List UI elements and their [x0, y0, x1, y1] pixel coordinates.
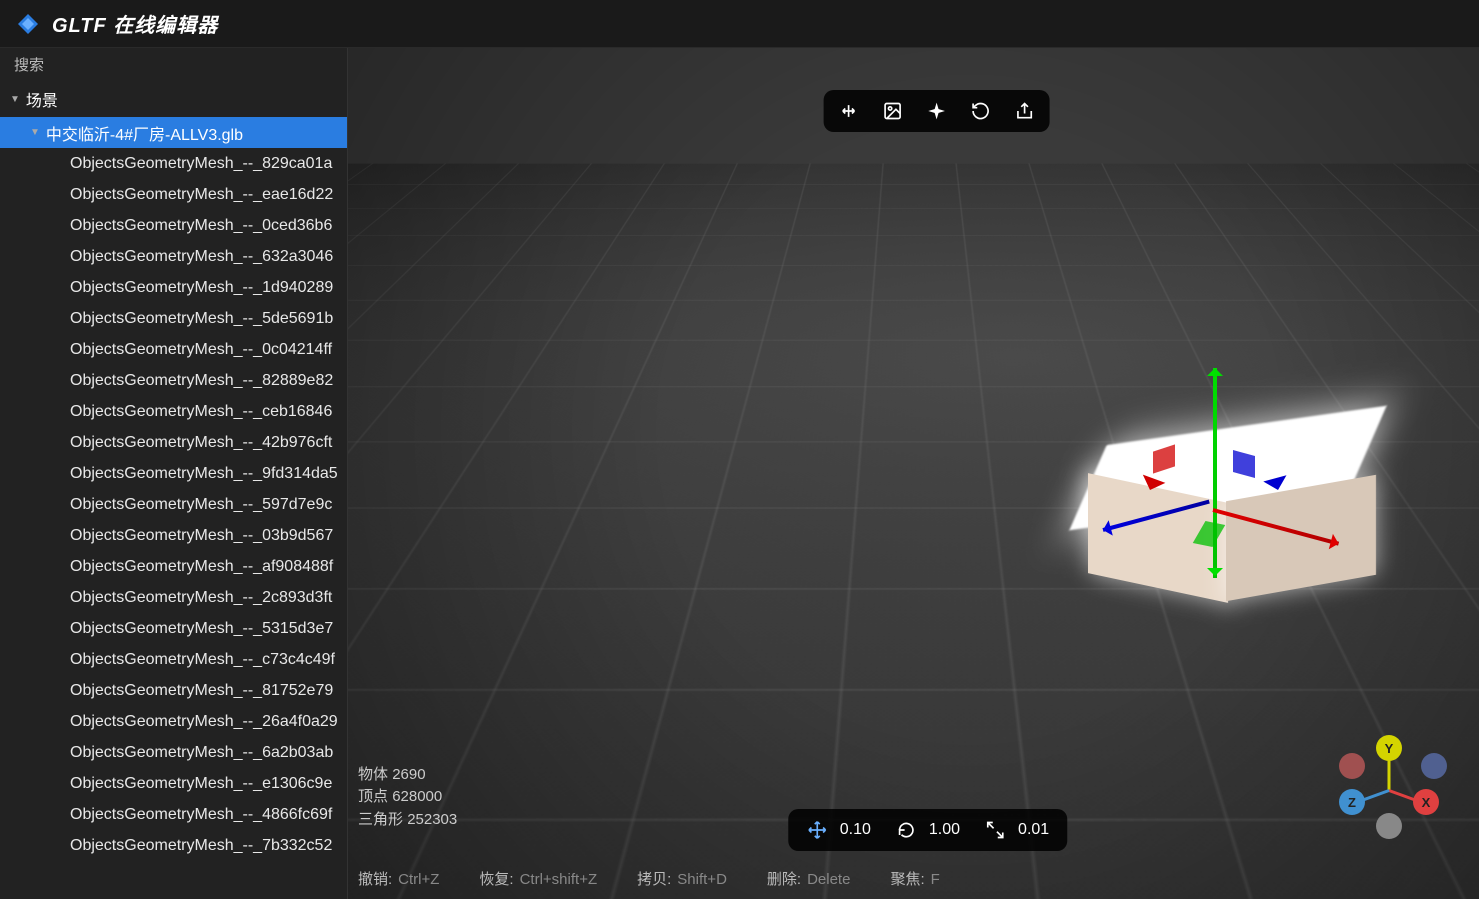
tree-item[interactable]: ObjectsGeometryMesh_--_42b976cft: [0, 427, 347, 458]
shortcuts-bar: 撤销:Ctrl+Z 恢复:Ctrl+shift+Z 拷贝:Shift+D 删除:…: [358, 868, 940, 889]
tree-item[interactable]: ObjectsGeometryMesh_--_9fd314da5: [0, 458, 347, 489]
collapse-icon: ▼: [10, 94, 20, 105]
shortcut-focus: 聚焦:F: [890, 868, 939, 889]
scene-label: 场景: [26, 87, 58, 111]
stats-panel: 物体 2690 顶点 628000 三角形 252303: [358, 764, 457, 832]
viewport-toolbar: [823, 90, 1049, 132]
axis-z-ball[interactable]: Z: [1339, 789, 1365, 815]
collapse-icon: ▼: [30, 127, 40, 138]
scale-step-value: 0.01: [1018, 821, 1049, 839]
shortcut-del: 删除:Delete: [767, 868, 851, 889]
tree-item[interactable]: ObjectsGeometryMesh_--_eae16d22: [0, 179, 347, 210]
move-icon: [806, 819, 828, 841]
rotate-icon: [895, 819, 917, 841]
logo-icon: [16, 12, 40, 36]
rotate-view-icon[interactable]: [969, 100, 991, 122]
tree-item[interactable]: ObjectsGeometryMesh_--_c73c4c49f: [0, 644, 347, 675]
stats-triangles: 三角形 252303: [358, 809, 457, 832]
tree-item[interactable]: ObjectsGeometryMesh_--_82889e82: [0, 365, 347, 396]
sidebar: 搜索 ▼ 场景 ▼ 中交临沂-4#厂房-ALLV3.glb ObjectsGeo…: [0, 48, 348, 899]
tree-item[interactable]: ObjectsGeometryMesh_--_26a4f0a29: [0, 706, 347, 737]
ground-grid: [348, 163, 1479, 899]
tree-item[interactable]: ObjectsGeometryMesh_--_1d940289: [0, 272, 347, 303]
tree-item[interactable]: ObjectsGeometryMesh_--_0c04214ff: [0, 334, 347, 365]
scale-snap[interactable]: 0.01: [984, 819, 1049, 841]
tree-item[interactable]: ObjectsGeometryMesh_--_ceb16846: [0, 396, 347, 427]
axis-x-ball[interactable]: X: [1413, 789, 1439, 815]
shortcut-dup: 拷贝:Shift+D: [637, 868, 727, 889]
tree-item-label: 中交临沂-4#厂房-ALLV3.glb: [46, 121, 243, 145]
tree-item[interactable]: ObjectsGeometryMesh_--_e1306c9e: [0, 768, 347, 799]
axis-y-ball[interactable]: Y: [1376, 735, 1402, 761]
tree-item[interactable]: ObjectsGeometryMesh_--_829ca01a: [0, 148, 347, 179]
translate-tool-icon[interactable]: [837, 100, 859, 122]
export-icon[interactable]: [1013, 100, 1035, 122]
tree-item[interactable]: ObjectsGeometryMesh_--_5315d3e7: [0, 613, 347, 644]
stats-objects: 物体 2690: [358, 764, 457, 787]
tree-item[interactable]: ObjectsGeometryMesh_--_632a3046: [0, 241, 347, 272]
app-title: GLTF 在线编辑器: [52, 9, 218, 38]
scene-tree: ▼ 中交临沂-4#厂房-ALLV3.glb ObjectsGeometryMes…: [0, 117, 347, 899]
move-snap[interactable]: 0.10: [806, 819, 871, 841]
axis-neg-z-ball[interactable]: [1421, 753, 1447, 779]
tree-item[interactable]: ObjectsGeometryMesh_--_4866fc69f: [0, 799, 347, 830]
tree-item[interactable]: ObjectsGeometryMesh_--_81752e79: [0, 675, 347, 706]
move-step-value: 0.10: [840, 821, 871, 839]
rotate-snap[interactable]: 1.00: [895, 819, 960, 841]
stats-vertices: 顶点 628000: [358, 786, 457, 809]
rotate-step-value: 1.00: [929, 821, 960, 839]
axis-neg-y-ball[interactable]: [1376, 813, 1402, 839]
tree-item[interactable]: ObjectsGeometryMesh_--_597d7e9c: [0, 489, 347, 520]
tree-item[interactable]: ObjectsGeometryMesh_--_6a2b03ab: [0, 737, 347, 768]
axis-neg-x-ball[interactable]: [1339, 753, 1365, 779]
app-header: GLTF 在线编辑器: [0, 0, 1479, 48]
scale-icon: [984, 819, 1006, 841]
tree-item[interactable]: ObjectsGeometryMesh_--_2c893d3ft: [0, 582, 347, 613]
shortcut-undo: 撤销:Ctrl+Z: [358, 868, 439, 889]
snap-controls: 0.10 1.00 0.01: [788, 809, 1067, 851]
center-tool-icon[interactable]: [925, 100, 947, 122]
tree-item-root[interactable]: ▼ 中交临沂-4#厂房-ALLV3.glb: [0, 117, 347, 148]
tree-item[interactable]: ObjectsGeometryMesh_--_0ced36b6: [0, 210, 347, 241]
tree-item[interactable]: ObjectsGeometryMesh_--_03b9d567: [0, 520, 347, 551]
search-input[interactable]: 搜索: [0, 48, 347, 81]
shortcut-redo: 恢复:Ctrl+shift+Z: [479, 868, 597, 889]
viewport-3d[interactable]: 物体 2690 顶点 628000 三角形 252303 0.10 1.00 0…: [348, 48, 1479, 899]
image-tool-icon[interactable]: [881, 100, 903, 122]
axis-orientation-widget[interactable]: Y X Z: [1339, 739, 1439, 839]
scene-root[interactable]: ▼ 场景: [0, 81, 347, 117]
tree-item[interactable]: ObjectsGeometryMesh_--_7b332c52: [0, 830, 347, 861]
tree-item[interactable]: ObjectsGeometryMesh_--_af908488f: [0, 551, 347, 582]
tree-item[interactable]: ObjectsGeometryMesh_--_5de5691b: [0, 303, 347, 334]
